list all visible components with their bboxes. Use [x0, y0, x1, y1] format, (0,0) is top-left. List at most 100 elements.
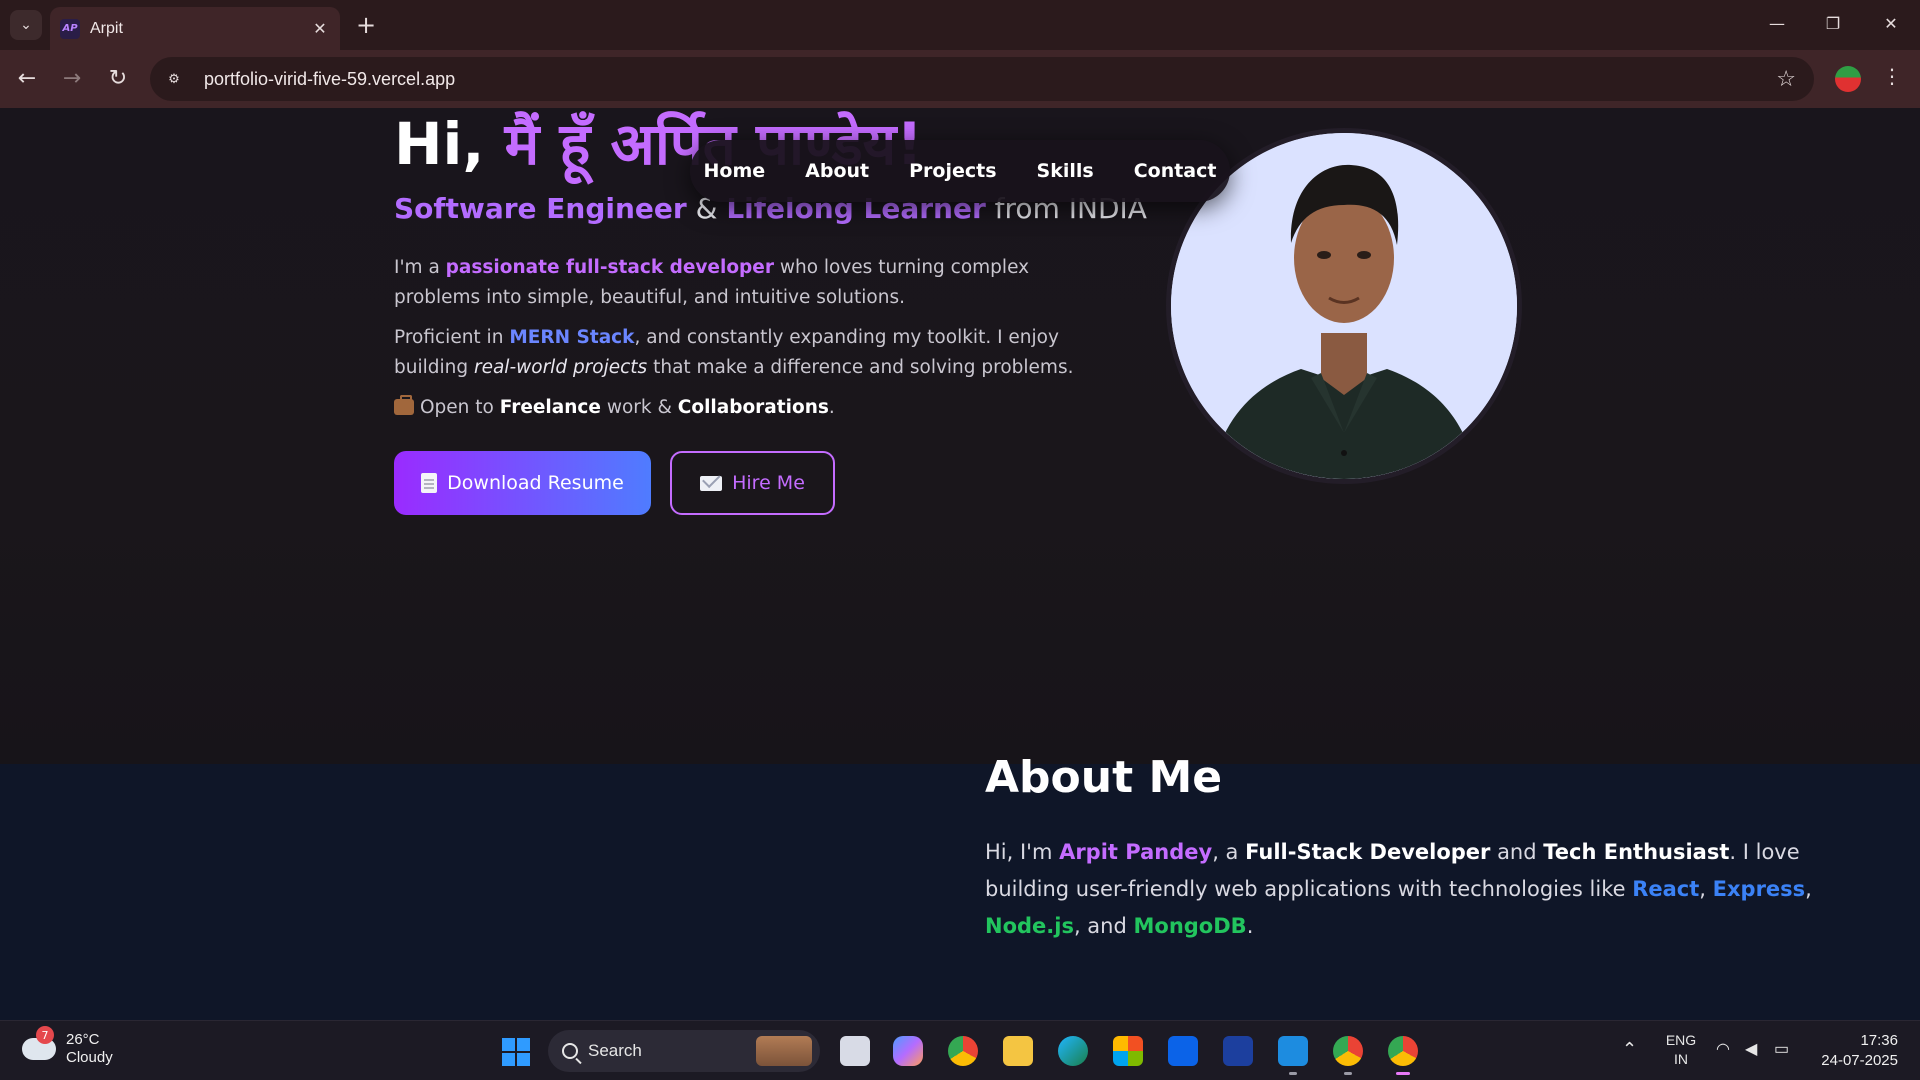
text: Open to — [420, 397, 500, 418]
site-info-icon[interactable]: ⚙ — [164, 69, 184, 89]
weather-temp: 26°C — [66, 1031, 100, 1048]
browser-tab-bar: ⌄ AP Arpit ✕ + — ❐ ✕ — [0, 0, 1920, 50]
nav-projects[interactable]: Projects — [909, 160, 996, 182]
reload-icon[interactable]: ↻ — [103, 64, 133, 94]
windows-taskbar: 7 26°C Cloudy Search ⌃ ENG IN ◠ ◀ ▭ 17:3… — [0, 1020, 1920, 1080]
system-clock[interactable]: 17:36 24-07-2025 — [1816, 1031, 1898, 1071]
volume-icon[interactable]: ◀ — [1745, 1039, 1757, 1059]
search-highlight-image — [756, 1036, 812, 1066]
chrome-active-icon[interactable] — [1388, 1036, 1418, 1066]
bold-text: Freelance — [499, 397, 601, 418]
text: Proficient in — [394, 327, 510, 348]
text: . — [828, 397, 835, 418]
back-arrow-icon[interactable]: ← — [12, 64, 42, 94]
about-heading: About Me — [985, 752, 1223, 803]
copilot-icon[interactable] — [893, 1036, 923, 1066]
hero-intro-paragraph: I'm a passionate full-stack developer wh… — [394, 253, 1104, 313]
weather-badge: 7 — [36, 1026, 54, 1044]
bold-text: Full-Stack Developer — [1245, 840, 1491, 864]
region-code: IN — [1674, 1051, 1688, 1067]
battery-icon[interactable]: ▭ — [1774, 1039, 1789, 1059]
nav-about[interactable]: About — [805, 160, 869, 182]
url-text[interactable]: portfolio-virid-five-59.vercel.app — [204, 69, 1776, 90]
file-explorer-icon[interactable] — [1003, 1036, 1033, 1066]
app-icon[interactable] — [1223, 1036, 1253, 1066]
chrome-icon[interactable] — [948, 1036, 978, 1066]
briefcase-icon — [394, 395, 414, 415]
search-icon — [562, 1043, 578, 1059]
about-paragraph: Hi, I'm Arpit Pandey, a Full-Stack Devel… — [985, 834, 1865, 945]
text: work & — [600, 397, 678, 418]
browser-toolbar: ← → ↻ ⚙ portfolio-virid-five-59.vercel.a… — [0, 50, 1920, 108]
tech-express: Express — [1712, 877, 1806, 901]
bold-text: Collaborations — [677, 397, 829, 418]
lang-code: ENG — [1665, 1032, 1697, 1048]
wifi-icon[interactable]: ◠ — [1716, 1039, 1730, 1059]
browser-menu-icon[interactable]: ⋮ — [1882, 64, 1902, 88]
dropbox-icon[interactable] — [1168, 1036, 1198, 1066]
tray-overflow-chevron-icon[interactable]: ⌃ — [1622, 1039, 1637, 1060]
document-icon — [421, 473, 438, 493]
tab-title: Arpit — [90, 19, 123, 37]
text: Hi, I'm — [985, 840, 1060, 864]
hire-me-button[interactable]: Hire Me — [670, 451, 835, 515]
running-indicator — [1289, 1072, 1297, 1075]
download-resume-button[interactable]: Download Resume — [394, 451, 651, 515]
text: , and — [1073, 914, 1134, 938]
tab-search-button[interactable]: ⌄ — [10, 10, 42, 40]
new-tab-plus-icon[interactable]: + — [352, 12, 380, 38]
hero-section: Hi, मैं हूँ अर्पित पाण्डेय! Software Eng… — [0, 108, 1920, 764]
text: I'm a — [394, 257, 446, 278]
hero-skills-paragraph: Proficient in MERN Stack, and constantly… — [394, 323, 1104, 383]
window-restore-icon[interactable]: ❐ — [1818, 10, 1848, 38]
browser-tab-active[interactable]: AP Arpit ✕ — [50, 7, 340, 50]
download-resume-label: Download Resume — [447, 472, 624, 494]
clock-date: 24-07-2025 — [1821, 1052, 1898, 1069]
nav-home[interactable]: Home — [704, 160, 766, 182]
text: . — [1246, 914, 1254, 938]
italic-text: real-world projects — [473, 357, 648, 378]
role-software-engineer: Software Engineer — [394, 192, 687, 225]
address-bar[interactable]: ⚙ portfolio-virid-five-59.vercel.app ☆ — [150, 57, 1814, 101]
forward-arrow-icon[interactable]: → — [57, 64, 87, 94]
nav-skills[interactable]: Skills — [1037, 160, 1094, 182]
nav-contact[interactable]: Contact — [1134, 160, 1217, 182]
tech-react: React — [1632, 877, 1700, 901]
envelope-icon — [700, 475, 723, 491]
text: , — [1805, 877, 1812, 901]
profile-avatar-icon[interactable] — [1835, 66, 1861, 92]
text: , a — [1212, 840, 1246, 864]
taskbar-search[interactable]: Search — [548, 1030, 820, 1072]
text: that make a difference and solving probl… — [647, 357, 1074, 378]
language-indicator[interactable]: ENG IN — [1664, 1031, 1698, 1069]
text: and — [1490, 840, 1544, 864]
weather-widget[interactable]: 7 26°C Cloudy — [22, 1026, 113, 1067]
main-navbar: Home About Projects Skills Contact — [690, 140, 1230, 202]
weather-text: 26°C Cloudy — [66, 1031, 113, 1067]
highlight-text: passionate full-stack developer — [445, 257, 774, 278]
window-close-icon[interactable]: ✕ — [1876, 10, 1906, 38]
mern-highlight: MERN Stack — [509, 327, 635, 348]
tab-favicon-icon: AP — [60, 18, 80, 39]
clock-time: 17:36 — [1860, 1032, 1898, 1049]
tab-close-icon[interactable]: ✕ — [310, 19, 330, 38]
text: , — [1699, 877, 1713, 901]
active-indicator — [1396, 1072, 1410, 1075]
search-label: Search — [588, 1041, 642, 1060]
edge-icon[interactable] — [1058, 1036, 1088, 1066]
hero-greeting: Hi, — [394, 110, 505, 178]
chrome-profile-icon[interactable] — [1333, 1036, 1363, 1066]
bookmark-star-icon[interactable]: ☆ — [1776, 67, 1796, 92]
microsoft-store-icon[interactable] — [1113, 1036, 1143, 1066]
tech-mongodb: MongoDB — [1133, 914, 1247, 938]
about-name-highlight: Arpit Pandey — [1059, 840, 1213, 864]
bold-text: Tech Enthusiast — [1543, 840, 1730, 864]
hero-availability-paragraph: Open to Freelance work & Collaborations. — [394, 393, 1104, 423]
chevron-down-icon: ⌄ — [20, 17, 32, 33]
tech-nodejs: Node.js — [985, 914, 1074, 938]
task-view-icon[interactable] — [840, 1036, 870, 1066]
windows-start-icon[interactable] — [502, 1038, 530, 1066]
cloud-icon: 7 — [22, 1026, 56, 1060]
vscode-icon[interactable] — [1278, 1036, 1308, 1066]
window-minimize-icon[interactable]: — — [1762, 10, 1792, 38]
